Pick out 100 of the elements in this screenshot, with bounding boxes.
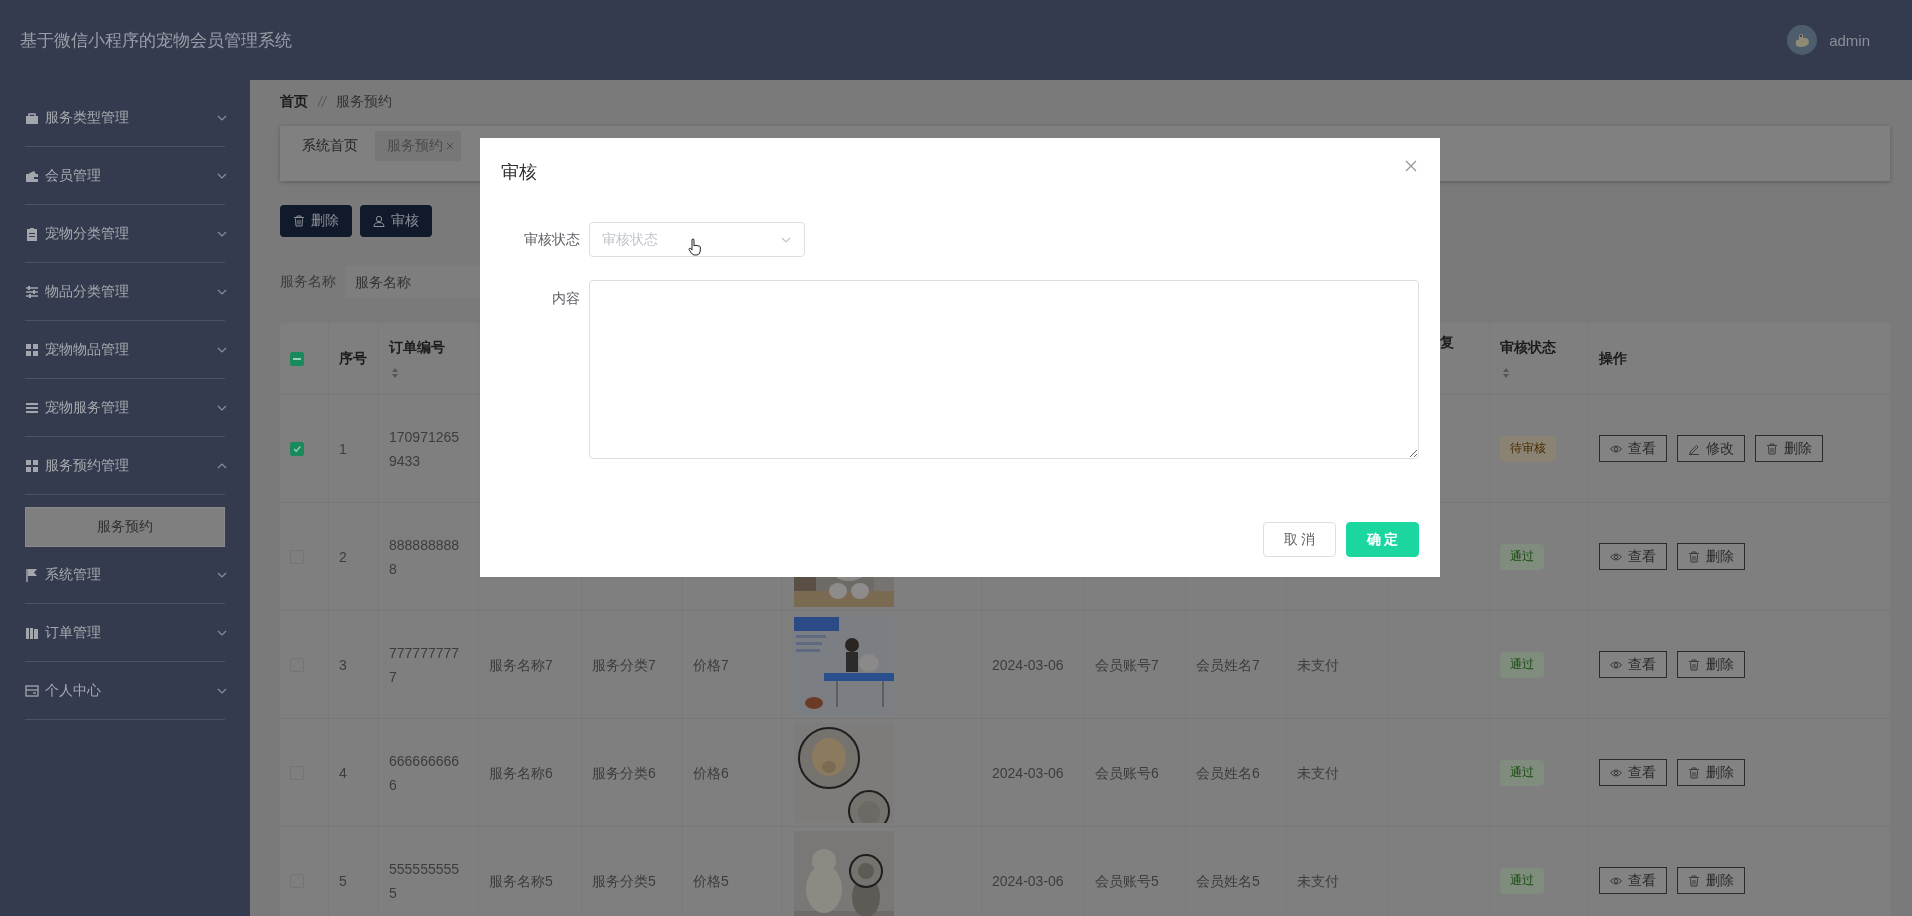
table-cell-text: 5555555555 [389,859,461,903]
sidebar-item[interactable]: 服务预约管理 [25,437,225,495]
sort-icon[interactable] [391,366,399,379]
column-header[interactable]: 审核状态 [1500,338,1556,357]
list-icon [25,400,39,415]
table-cell-text: 2024-03-06 [992,871,1064,891]
eye-icon [1610,442,1622,455]
view-button[interactable]: 查看 [1599,435,1667,462]
column-header: 序号 [339,349,367,368]
table-cell-text: 会员账号7 [1095,655,1159,675]
status-tag: 待审核 [1500,435,1556,462]
sidebar-item[interactable]: 会员管理 [25,147,225,205]
table-cell-text: 1709712659433 [389,427,461,471]
table-cell-text: 未支付 [1297,655,1339,675]
table-cell-text: 未支付 [1297,871,1339,891]
table-cell-text: 会员姓名5 [1196,871,1260,891]
table-cell-text: 价格7 [693,655,729,675]
edit-button[interactable]: 修改 [1677,435,1745,462]
sidebar-item[interactable]: 系统管理 [25,546,225,604]
table-cell-text: 服务名称6 [489,763,553,783]
sidebar-item[interactable]: 宠物物品管理 [25,321,225,379]
breadcrumb-separator: // [318,94,326,110]
column-header[interactable]: 订单编号 [389,338,445,357]
table-cell-text: 4 [339,763,347,783]
table-cell-text: 会员姓名6 [1196,763,1260,783]
clipboard-icon [25,226,39,241]
eye-icon [1610,874,1622,887]
flag-icon [25,567,39,582]
search-label: 服务名称 [280,273,337,291]
trash-icon [1688,766,1700,779]
audit-button[interactable]: 审核 [360,205,432,237]
dialog-title: 审核 [501,161,537,184]
status-tag: 通过 [1500,867,1544,894]
table-cell-text: 7777777777 [389,643,461,687]
table-cell-text: 2024-03-06 [992,655,1064,675]
table-cell-text: 2024-03-06 [992,763,1064,783]
status-tag: 通过 [1500,651,1544,678]
view-button[interactable]: 查看 [1599,651,1667,678]
sliders-icon [25,284,39,299]
view-button[interactable]: 查看 [1599,543,1667,570]
trash-icon [1766,442,1778,455]
sidebar-item[interactable]: 订单管理 [25,604,225,662]
table-cell-text: 价格5 [693,871,729,891]
close-icon[interactable] [445,141,455,151]
status-tag: 通过 [1500,759,1544,786]
table-cell-text: 服务名称7 [489,655,553,675]
table-cell-text: 6666666666 [389,751,461,795]
check-icon [292,443,302,454]
row-checkbox[interactable] [290,441,304,456]
wallet-icon [25,168,39,183]
briefcase-icon [25,110,39,125]
grid-icon [25,458,39,473]
trash-icon [1688,874,1700,887]
cancel-button[interactable]: 取 消 [1263,522,1336,557]
table-cell-text: 3 [339,655,347,675]
delete-button[interactable]: 删除 [1677,867,1745,894]
delete-button[interactable]: 删除 [1677,651,1745,678]
delete-button[interactable]: 删除 [280,205,352,237]
table-cell-text: 价格6 [693,763,729,783]
eye-icon [1610,766,1622,779]
table-cell-text: 服务分类6 [592,763,656,783]
close-icon[interactable] [1405,160,1417,172]
breadcrumb-item[interactable]: 首页 [280,93,308,111]
pencil-icon [1688,442,1700,455]
table-cell-text: 会员姓名7 [1196,655,1260,675]
card-icon [25,683,39,698]
sidebar-item[interactable]: 个人中心 [25,662,225,720]
field-label: 审核状态 [523,230,581,249]
sidebar-item[interactable]: 服务类型管理 [25,89,225,147]
table-cell-text: 1 [339,439,347,459]
select-all-checkbox[interactable] [290,351,304,366]
trash-icon [1688,658,1700,671]
column-header: 操作 [1599,349,1627,368]
user-icon [373,215,385,227]
delete-button[interactable]: 删除 [1677,543,1745,570]
sidebar-item[interactable]: 物品分类管理 [25,263,225,321]
grid-icon [25,342,39,357]
content-field[interactable] [589,280,1419,459]
table-cell-text: 会员账号6 [1095,763,1159,783]
books-icon [25,625,39,640]
sort-icon[interactable] [1502,366,1510,379]
view-button[interactable]: 查看 [1599,867,1667,894]
submenu-item[interactable]: 服务预约 [25,507,225,547]
trash-icon [1688,550,1700,563]
trash-icon [293,215,305,227]
delete-button[interactable]: 删除 [1677,759,1745,786]
table-cell-text: 服务分类7 [592,655,656,675]
table-cell-text: 8888888888 [389,535,461,579]
sidebar-item[interactable]: 宠物分类管理 [25,205,225,263]
delete-button[interactable]: 删除 [1755,435,1823,462]
tab[interactable]: 系统首页 [290,131,370,161]
status-tag: 通过 [1500,543,1544,570]
column-header: 复 [1440,334,1454,352]
view-button[interactable]: 查看 [1599,759,1667,786]
sidebar-item[interactable]: 宠物服务管理 [25,379,225,437]
table-cell-text: 5 [339,871,347,891]
user-name[interactable]: admin [1829,31,1870,49]
table-cell-text: 服务名称5 [489,871,553,891]
table-cell-text: 会员账号5 [1095,871,1159,891]
breadcrumb-item: 服务预约 [335,93,392,111]
